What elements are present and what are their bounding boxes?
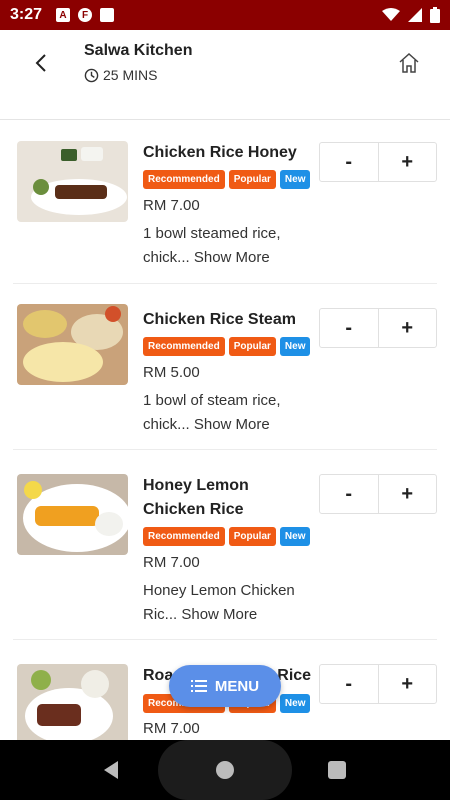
badge-new: New — [279, 527, 311, 546]
increase-button[interactable]: + — [377, 309, 437, 347]
item-badges: Recommended Popular New — [143, 170, 311, 189]
food-image — [17, 664, 128, 745]
food-image — [17, 474, 128, 555]
system-navigation-bar — [0, 740, 450, 800]
badge-new: New — [279, 694, 311, 713]
home-button[interactable] — [394, 48, 424, 78]
item-name: Chicken Rice Honey — [143, 144, 297, 161]
back-button[interactable] — [26, 48, 56, 78]
signal-icon — [408, 8, 422, 22]
wifi-icon — [382, 8, 400, 21]
item-name: Chicken Rice Steam — [143, 311, 296, 328]
badge-recommended: Recommended — [143, 337, 225, 356]
home-icon — [399, 52, 419, 73]
quantity-stepper: - + — [319, 474, 437, 514]
show-more-link[interactable]: Show More — [181, 606, 257, 623]
show-more-link[interactable]: Show More — [194, 249, 270, 266]
chevron-left-icon — [35, 54, 46, 72]
food-image — [17, 304, 128, 385]
nav-back-icon[interactable] — [102, 760, 120, 780]
item-price: RM 7.00 — [143, 554, 200, 571]
badge-popular: Popular — [228, 527, 276, 546]
item-description: Honey Lemon Chicken Ric... Show More — [143, 579, 313, 627]
decrease-button[interactable]: - — [320, 665, 378, 703]
system-icons — [382, 7, 440, 23]
decrease-button[interactable]: - — [320, 475, 378, 513]
status-bar: 3:27 A F — [0, 0, 450, 30]
badge-recommended: Recommended — [143, 170, 225, 189]
item-description: 1 bowl steamed rice, chick... Show More — [143, 222, 313, 270]
food-image — [17, 141, 128, 222]
show-more-link[interactable]: Show More — [194, 416, 270, 433]
item-price: RM 7.00 — [143, 720, 200, 737]
item-price: RM 5.00 — [143, 364, 200, 381]
item-name: Honey Lemon Chicken Rice — [143, 477, 249, 518]
item-price: RM 7.00 — [143, 197, 200, 214]
badge-popular: Popular — [228, 337, 276, 356]
badge-recommended: Recommended — [143, 527, 225, 546]
badge-new: New — [279, 337, 311, 356]
a-notification-icon: A — [56, 8, 71, 22]
badge-popular: Popular — [228, 170, 276, 189]
decrease-button[interactable]: - — [320, 143, 378, 181]
nav-home-icon[interactable] — [216, 761, 234, 779]
delivery-time: 25 MINS — [84, 67, 157, 83]
item-badges: Recommended Popular New — [143, 527, 311, 546]
status-time: 3:27 — [10, 6, 43, 23]
clock-icon — [84, 68, 99, 82]
item-description: 1 bowl of steam rice, chick... Show More — [143, 389, 313, 437]
list-icon — [190, 680, 207, 692]
app-notification-icon: F — [78, 8, 93, 22]
quantity-stepper: - + — [319, 142, 437, 182]
quantity-stepper: - + — [319, 308, 437, 348]
battery-icon — [430, 7, 440, 23]
header: Salwa Kitchen 25 MINS — [0, 30, 450, 120]
nav-recents-icon[interactable] — [328, 761, 346, 779]
item-badges: Recommended Popular New — [143, 337, 311, 356]
sd-card-icon — [100, 8, 115, 22]
notification-icons: A F — [56, 8, 115, 22]
menu-button[interactable]: MENU — [169, 665, 281, 707]
increase-button[interactable]: + — [377, 475, 437, 513]
shop-title: Salwa Kitchen — [84, 42, 193, 59]
badge-new: New — [279, 170, 311, 189]
decrease-button[interactable]: - — [320, 309, 378, 347]
increase-button[interactable]: + — [377, 143, 437, 181]
delivery-time-label: 25 MINS — [103, 67, 158, 83]
menu-item[interactable]: Chicken Rice Steam Recommended Popular N… — [13, 284, 437, 450]
increase-button[interactable]: + — [377, 665, 437, 703]
quantity-stepper: - + — [319, 664, 437, 704]
menu-button-label: MENU — [214, 677, 260, 695]
menu-item[interactable]: Honey Lemon Chicken Rice Recommended Pop… — [13, 450, 437, 640]
menu-item[interactable]: Chicken Rice Honey Recommended Popular N… — [13, 121, 437, 284]
